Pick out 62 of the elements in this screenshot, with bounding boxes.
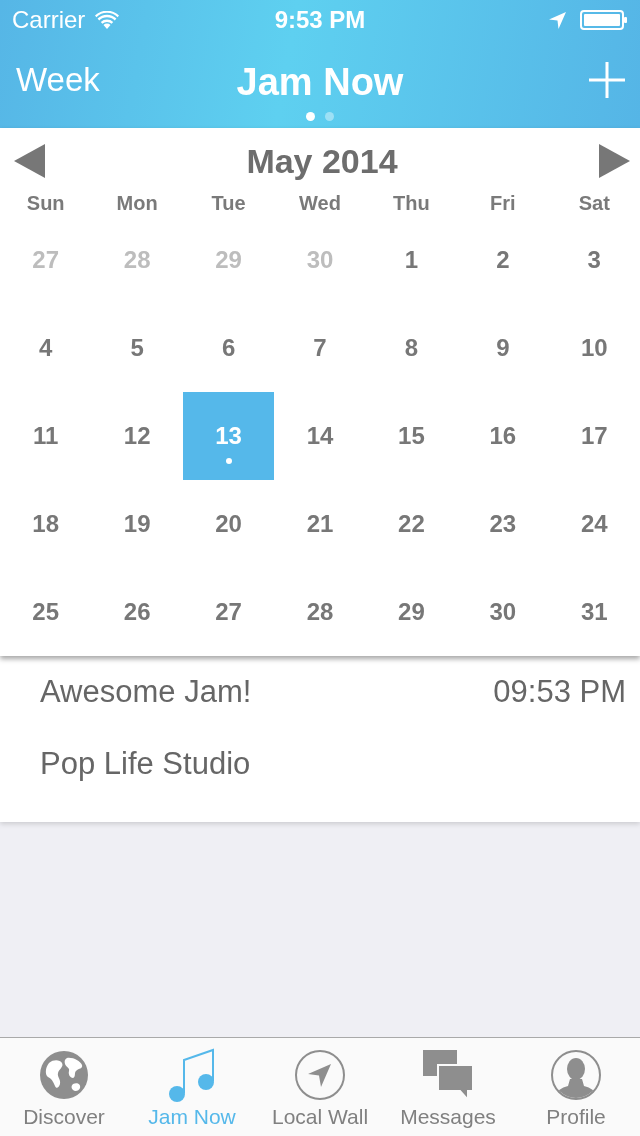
globe-icon (40, 1051, 88, 1099)
plus-icon (588, 61, 626, 99)
previous-month-button[interactable] (14, 144, 45, 178)
event-card[interactable]: Awesome Jam! 09:53 PM Pop Life Studio (0, 656, 640, 822)
event-title: Awesome Jam! (40, 673, 252, 711)
music-notes-icon (168, 1048, 216, 1102)
nav-title: Jam Now (236, 60, 404, 104)
calendar-day[interactable]: 20 (182, 480, 275, 568)
tab-bar-item[interactable]: Profile (512, 1038, 640, 1136)
calendar-day[interactable]: 24 (548, 480, 640, 568)
weekday-label: Thu (393, 191, 430, 215)
weekday-label: Wed (299, 191, 341, 215)
chat-bubbles-icon (423, 1050, 473, 1100)
calendar-day[interactable]: 31 (548, 568, 640, 656)
calendar-day[interactable]: 28 (274, 568, 366, 656)
calendar-day[interactable]: 18 (0, 480, 92, 568)
weekday-label: Tue (211, 191, 246, 215)
weekday-label: Sat (578, 191, 610, 215)
left-triangle-icon (14, 144, 45, 178)
weekday-label: Sun (26, 191, 65, 215)
month-title: May 2014 (246, 141, 398, 181)
calendar-day[interactable]: 14 (274, 392, 366, 480)
wifi-icon (95, 11, 120, 29)
carrier-name: Carrier (12, 6, 86, 34)
calendar-day[interactable]: 5 (91, 304, 183, 392)
calendar-day[interactable]: 4 (0, 304, 92, 392)
battery-icon (580, 10, 628, 30)
calendar-day[interactable]: 10 (548, 304, 640, 392)
calendar-day[interactable]: 29 (365, 568, 458, 656)
event-venue: Pop Life Studio (40, 745, 252, 783)
calendar-day[interactable]: 15 (365, 392, 458, 480)
tab-bar-item[interactable]: Discover (0, 1038, 128, 1136)
calendar-day[interactable]: 8 (365, 304, 458, 392)
calendar-day[interactable]: 6 (182, 304, 275, 392)
calendar-day[interactable]: 23 (457, 480, 549, 568)
calendar-day[interactable]: 25 (0, 568, 92, 656)
calendar-day[interactable]: 22 (365, 480, 458, 568)
calendar-day[interactable]: 16 (457, 392, 549, 480)
weekday-label: Fri (490, 191, 516, 215)
calendar-day[interactable]: 11 (0, 392, 92, 480)
calendar-day[interactable]: 9 (457, 304, 549, 392)
calendar-day[interactable]: 19 (91, 480, 183, 568)
right-triangle-icon (599, 144, 630, 178)
weekday-label: Mon (116, 191, 158, 215)
calendar-day[interactable]: 21 (274, 480, 366, 568)
calendar-day[interactable]: 2 (457, 216, 549, 304)
status-time: 9:53 PM (274, 6, 366, 34)
calendar-day[interactable]: 17 (548, 392, 640, 480)
calendar-day[interactable]: 7 (274, 304, 366, 392)
calendar-day[interactable]: 3 (548, 216, 640, 304)
calendar-day[interactable]: 30 (457, 568, 549, 656)
profile-icon (551, 1050, 601, 1100)
calendar-day[interactable]: 27 (182, 568, 275, 656)
location-arrow-icon (549, 11, 566, 29)
calendar-day[interactable]: 26 (91, 568, 183, 656)
calendar-day[interactable]: 12 (91, 392, 183, 480)
next-month-button[interactable] (599, 144, 630, 178)
calendar-day[interactable]: 1 (365, 216, 458, 304)
tab-bar-item[interactable]: Local Wall (256, 1038, 384, 1136)
event-time: 09:53 PM (493, 673, 626, 711)
add-button[interactable] (588, 61, 626, 99)
tab-bar-item[interactable]: Messages (384, 1038, 512, 1136)
